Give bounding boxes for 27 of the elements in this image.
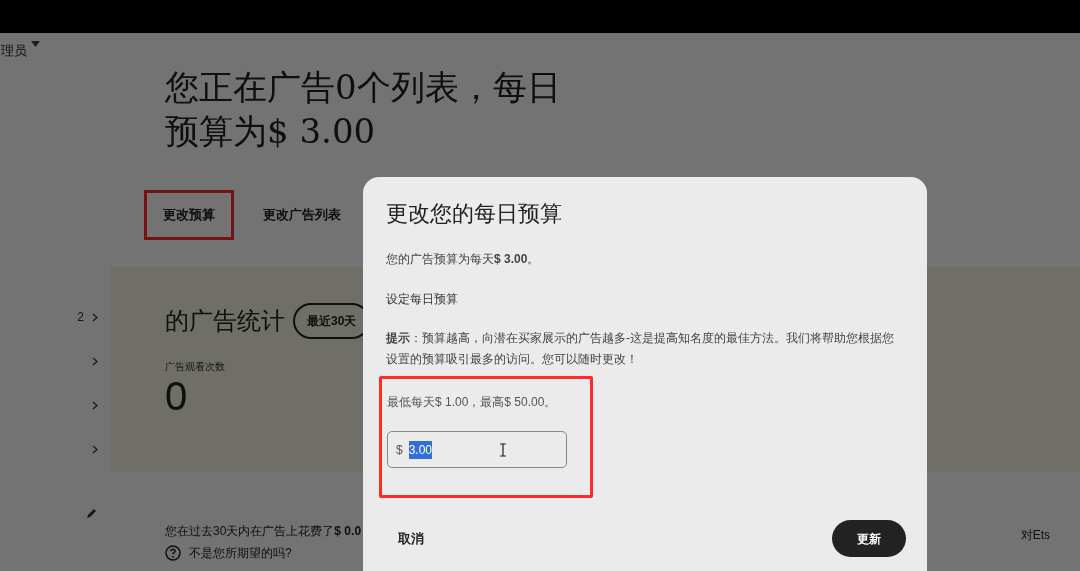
- text-cursor-icon: [500, 443, 506, 457]
- tab[interactable]: 更改广告列表: [247, 193, 357, 237]
- help-link[interactable]: 不是您所期望的吗?: [189, 543, 292, 562]
- range-text: 最低每天$ 1.00，最高$ 50.00。: [387, 394, 558, 411]
- chevron-icon: [92, 312, 98, 322]
- help-icon: [165, 544, 181, 561]
- chevron-icon: [92, 444, 98, 454]
- tip-text: 提示：预算越高，向潜在买家展示的广告越多-这是提高知名度的最佳方法。我们将帮助您根据您设置的预算吸引最多的访问。您可以随时更改！: [386, 330, 895, 368]
- caret-icon: [31, 41, 40, 47]
- cancel-button[interactable]: 取消: [386, 520, 436, 557]
- count-label: 2: [77, 309, 84, 326]
- side-note: 对Ets: [1020, 526, 1050, 544]
- current-budget-text: 您的广告预算为每天$ 3.00。: [386, 251, 541, 268]
- chevron-icon: [92, 356, 98, 366]
- chevron-icon: [92, 400, 98, 410]
- spend-note: 您在过去30天内在广告上花费了$ 0.0: [165, 522, 362, 540]
- pencil-icon: [86, 507, 98, 519]
- section-label: 设定每日预算: [386, 291, 459, 308]
- page-headline: 您正在广告0个列表，每日预算为$ 3.00: [165, 66, 562, 153]
- tab[interactable]: 更改预算: [147, 193, 231, 237]
- stats-title: 的广告统计: [165, 305, 285, 337]
- metric-value: 0: [165, 373, 188, 418]
- dialog-title: 更改您的每日预算: [386, 200, 563, 228]
- metric-label: 广告观看次数: [165, 359, 225, 374]
- budget-input[interactable]: $ 3.00: [387, 431, 567, 468]
- account-name[interactable]: 理员: [0, 41, 27, 61]
- update-button[interactable]: 更新: [832, 520, 906, 557]
